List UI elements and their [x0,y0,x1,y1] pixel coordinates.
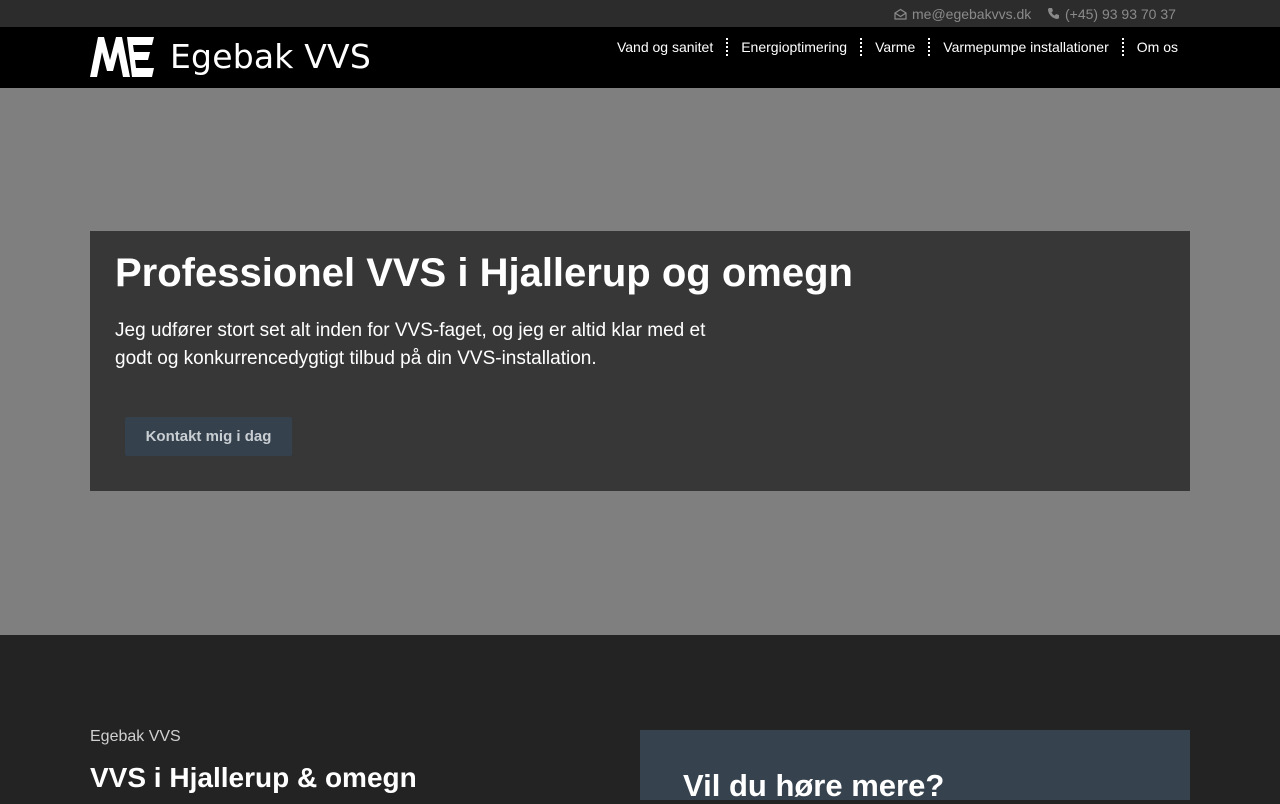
site-header: Egebak VVS Vand og sanitet Energioptimer… [0,27,1280,88]
hero-section: Professionel VVS i Hjallerup og omegn Je… [0,88,1280,635]
hero-text: Jeg udfører stort set alt inden for VVS-… [115,320,706,369]
section-eyebrow: Egebak VVS [90,728,181,745]
nav-item-energioptimering[interactable]: Energioptimering [728,37,860,57]
logo-mark-icon [90,37,154,77]
envelope-icon [894,8,907,20]
top-bar: me@egebakvvs.dk (+45) 93 93 70 37 [0,0,1280,27]
hero-title: Professionel VVS i Hjallerup og omegn [115,251,853,295]
email-link[interactable]: me@egebakvvs.dk [894,0,1031,27]
contact-card-title: Vil du høre mere? [683,768,945,803]
logo-text: Egebak VVS [170,37,371,76]
contact-me-button[interactable]: Kontakt mig i dag [125,417,292,456]
site-logo[interactable]: Egebak VVS [90,36,371,78]
phone-link[interactable]: (+45) 93 93 70 37 [1047,0,1176,27]
main-nav: Vand og sanitet Energioptimering Varme V… [604,37,1178,57]
nav-item-varme[interactable]: Varme [862,37,928,57]
nav-item-vand-og-sanitet[interactable]: Vand og sanitet [604,37,726,57]
nav-item-varmepumpe-installationer[interactable]: Varmepumpe installationer [930,37,1122,57]
hero-box: Professionel VVS i Hjallerup og omegn Je… [90,231,1190,491]
email-text: me@egebakvvs.dk [912,5,1032,22]
contact-card: Vil du høre mere? [640,730,1190,803]
phone-icon [1048,8,1059,19]
phone-text: (+45) 93 93 70 37 [1065,5,1176,22]
about-section: Egebak VVS VVS i Hjallerup & omegn Vil d… [0,635,1280,803]
nav-item-om-os[interactable]: Om os [1124,37,1178,57]
section-title: VVS i Hjallerup & omegn [90,762,417,793]
